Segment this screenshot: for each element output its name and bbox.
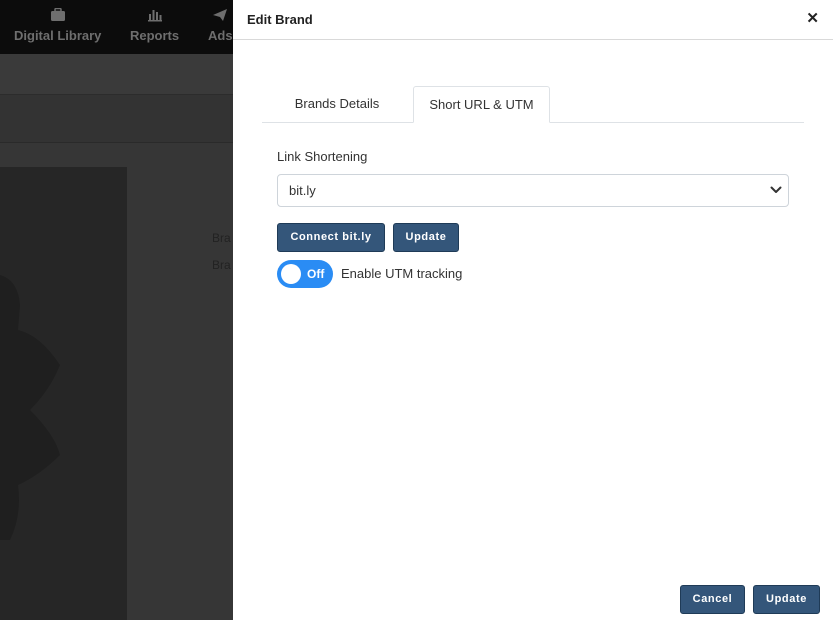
nav-item-label: Ads <box>208 28 233 43</box>
drawer-header: Edit Brand ✕ <box>233 0 833 40</box>
edit-brand-drawer: Edit Brand ✕ Brands Details Short URL & … <box>233 0 833 620</box>
chevron-down-icon <box>770 186 782 193</box>
bar-chart-icon <box>147 10 162 22</box>
connect-bitly-button[interactable]: Connect bit.ly <box>277 223 385 252</box>
update-button[interactable]: Update <box>753 585 820 614</box>
utm-tracking-label: Enable UTM tracking <box>341 266 463 281</box>
nav-item-reports[interactable]: Reports <box>130 8 179 43</box>
nav-item-label: Reports <box>130 28 180 43</box>
tab-brands-details[interactable]: Brands Details <box>262 86 412 122</box>
utm-tracking-toggle[interactable]: Off <box>277 260 333 288</box>
tab-bar: Brands Details Short URL & UTM <box>262 86 804 123</box>
link-shortening-select[interactable]: bit.ly <box>277 174 789 207</box>
nav-item-ads[interactable]: Ads <box>208 8 233 43</box>
tab-short-url-utm[interactable]: Short URL & UTM <box>413 86 550 123</box>
cancel-button[interactable]: Cancel <box>680 585 745 614</box>
close-icon[interactable]: ✕ <box>806 11 819 27</box>
link-shortening-label: Link Shortening <box>277 149 368 164</box>
puzzle-shape-icon <box>0 275 60 540</box>
drawer-title: Edit Brand <box>247 12 313 27</box>
background-text: Bra <box>212 231 231 245</box>
toggle-knob <box>281 264 301 284</box>
background-text: Bra <box>212 258 231 272</box>
update-shortener-button[interactable]: Update <box>393 223 459 252</box>
nav-item-digital-library[interactable]: Digital Library <box>14 8 101 43</box>
select-value: bit.ly <box>289 183 316 198</box>
toggle-state: Off <box>307 267 325 281</box>
briefcase-icon <box>50 8 65 21</box>
paper-plane-icon <box>213 9 228 21</box>
nav-item-label: Digital Library <box>14 28 102 43</box>
